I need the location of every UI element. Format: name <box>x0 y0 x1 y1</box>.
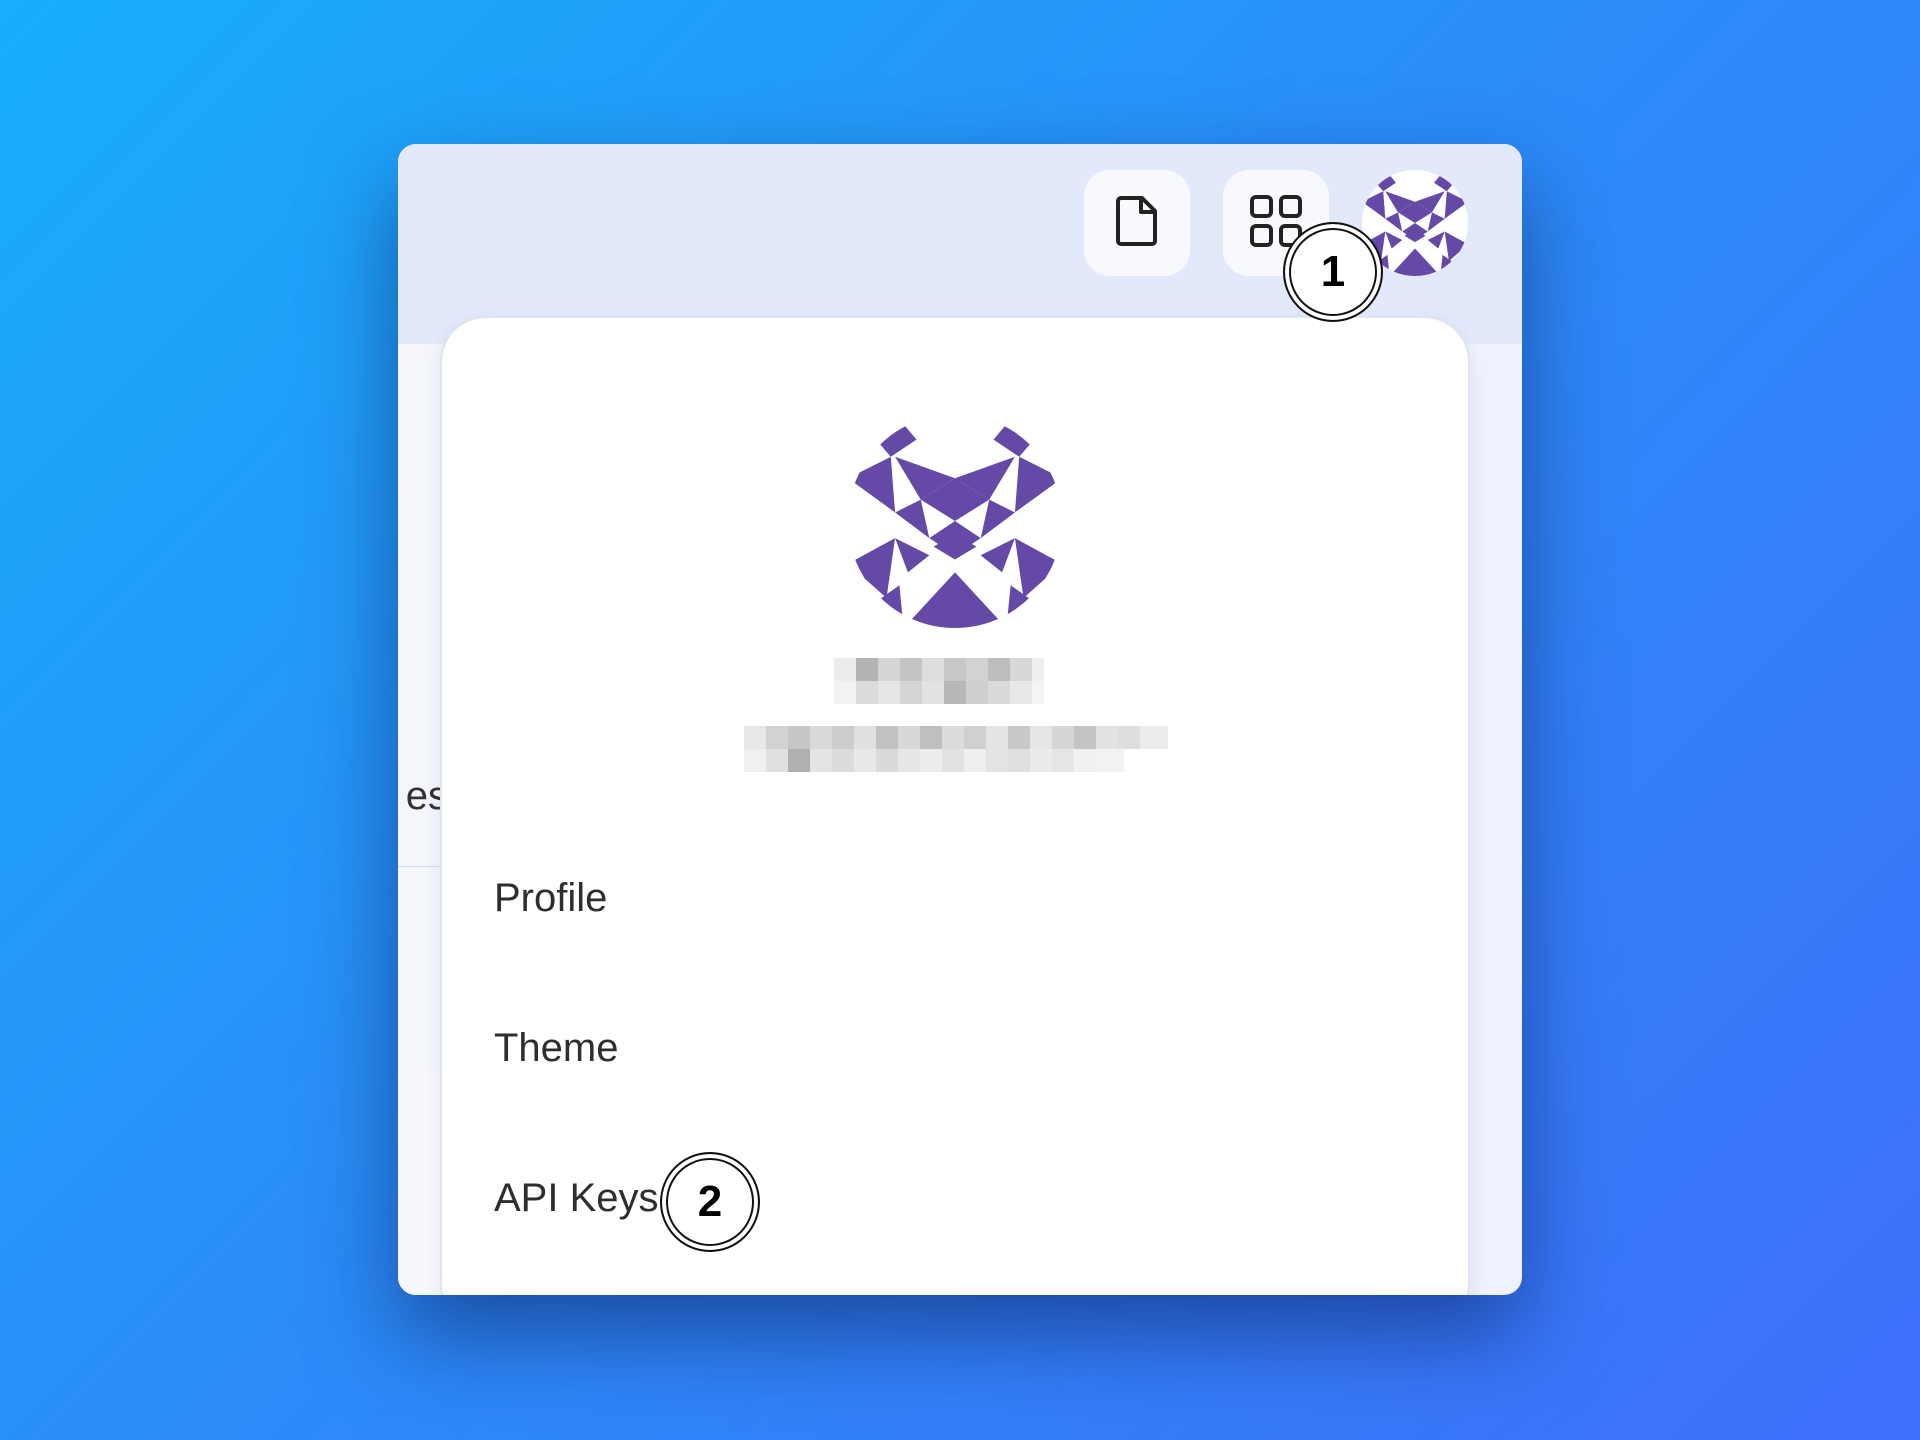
profile-avatar <box>848 414 1062 628</box>
menu-item-profile[interactable]: Profile <box>494 868 894 928</box>
divider <box>398 866 442 867</box>
profile-menu: Profile Theme API Keys <box>442 318 1468 1295</box>
step-marker-2: 2 <box>660 1152 760 1252</box>
file-button[interactable] <box>1084 170 1190 276</box>
user-name-redacted <box>834 658 1044 704</box>
avatar-identicon-icon <box>848 414 1062 628</box>
file-icon <box>1115 195 1159 252</box>
background-panel <box>398 1070 442 1295</box>
user-email-redacted <box>744 726 1168 772</box>
menu-item-theme[interactable]: Theme <box>494 1018 894 1078</box>
background-page-content: es <box>398 344 448 1295</box>
step-marker-1: 1 <box>1283 222 1383 322</box>
background-partial-text: es <box>405 774 448 818</box>
